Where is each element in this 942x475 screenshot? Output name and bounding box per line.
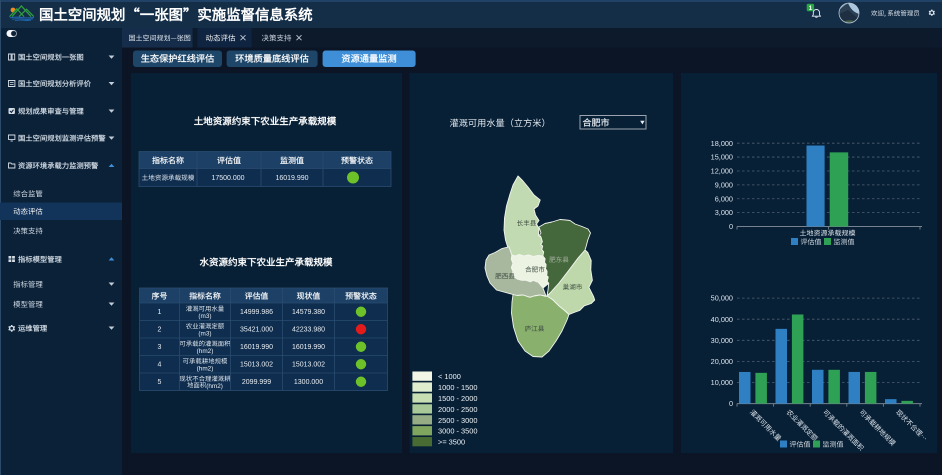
svg-text:>= 3500: >= 3500 [438, 438, 465, 447]
svg-text:50,000: 50,000 [711, 294, 733, 303]
svg-text:2: 2 [158, 327, 162, 334]
svg-text:6,000: 6,000 [715, 194, 733, 203]
svg-text:2000 - 2500: 2000 - 2500 [438, 405, 477, 414]
svg-text:1500 - 2000: 1500 - 2000 [438, 394, 477, 403]
svg-text:5: 5 [158, 379, 162, 386]
svg-text:30,000: 30,000 [711, 336, 733, 345]
svg-text:35421.000: 35421.000 [240, 327, 273, 334]
svg-text:3,000: 3,000 [715, 208, 733, 217]
svg-text:20,000: 20,000 [711, 357, 733, 366]
svg-text:0: 0 [729, 399, 733, 408]
svg-text:(m3): (m3) [198, 331, 211, 338]
svg-text:1: 1 [809, 5, 813, 12]
svg-text:16019.990: 16019.990 [292, 344, 325, 351]
svg-text:40,000: 40,000 [711, 315, 733, 324]
svg-text:0: 0 [729, 222, 733, 231]
svg-text:16019.990: 16019.990 [275, 175, 308, 182]
svg-text:(hm2): (hm2) [197, 366, 214, 373]
svg-text:1300.000: 1300.000 [294, 379, 323, 386]
svg-text:18,000: 18,000 [711, 139, 733, 148]
svg-text:< 1000: < 1000 [438, 372, 461, 381]
svg-text:10,000: 10,000 [711, 378, 733, 387]
svg-text:2500 - 3000: 2500 - 3000 [438, 416, 477, 425]
svg-text:4: 4 [158, 362, 162, 369]
svg-text:14579.380: 14579.380 [292, 309, 325, 316]
svg-text:15013.002: 15013.002 [240, 362, 273, 369]
svg-text:(m3): (m3) [198, 313, 211, 320]
svg-text:(hm2): (hm2) [206, 383, 223, 390]
svg-text:14999.986: 14999.986 [240, 309, 273, 316]
svg-text:3000 - 3500: 3000 - 3500 [438, 427, 477, 436]
svg-text:3: 3 [158, 344, 162, 351]
svg-text:12,000: 12,000 [711, 167, 733, 176]
svg-text:17500.000: 17500.000 [211, 175, 244, 182]
svg-text:2099.999: 2099.999 [242, 379, 271, 386]
svg-text:1000 - 1500: 1000 - 1500 [438, 383, 477, 392]
svg-text:1: 1 [158, 309, 162, 316]
svg-text:16019.990: 16019.990 [240, 344, 273, 351]
svg-text:15013.002: 15013.002 [292, 362, 325, 369]
svg-text:15,000: 15,000 [711, 153, 733, 162]
svg-text:(hm2): (hm2) [197, 348, 214, 355]
svg-text:42233.980: 42233.980 [292, 327, 325, 334]
svg-text:9,000: 9,000 [715, 180, 733, 189]
